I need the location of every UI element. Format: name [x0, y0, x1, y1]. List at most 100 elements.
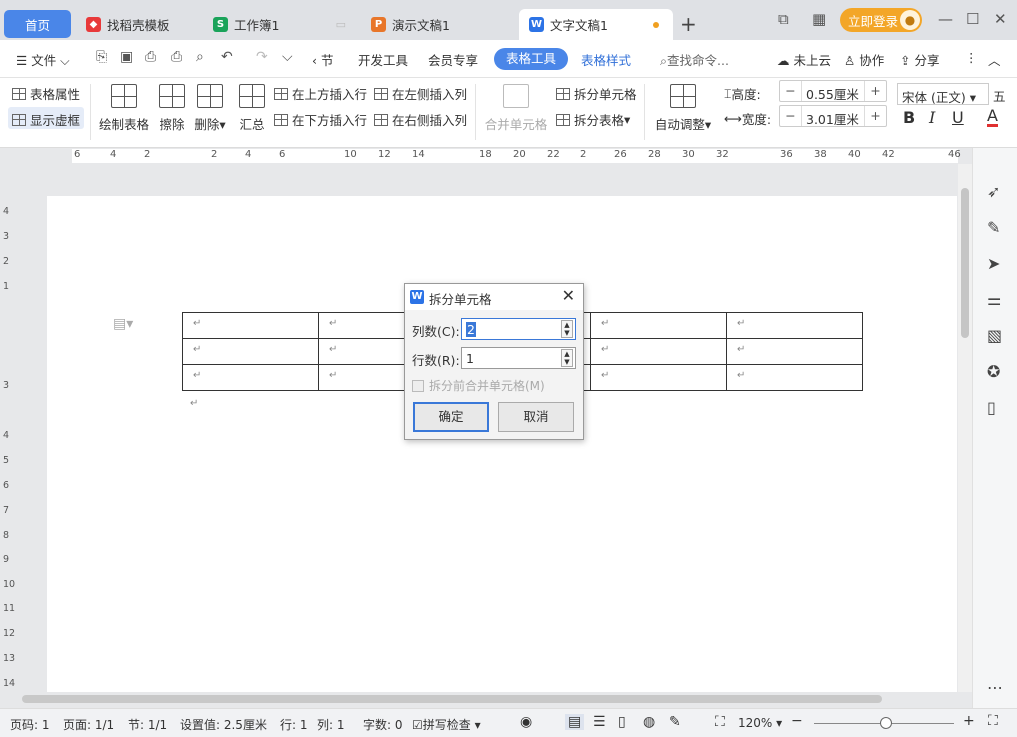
table-cell[interactable]: ↵	[182, 312, 319, 339]
close-icon[interactable]: ✕	[562, 286, 575, 305]
rows-input[interactable]: 1 ▲ ▼	[461, 347, 576, 369]
read-view-icon[interactable]: ▯	[618, 714, 626, 730]
font-size-select[interactable]: 五	[993, 86, 1006, 105]
zoom-slider-thumb[interactable]	[880, 717, 892, 729]
paragraph-handle-icon[interactable]: ▤▾	[113, 316, 133, 332]
print-icon[interactable]: ⎙	[171, 49, 182, 65]
status-col[interactable]: 列: 1	[317, 716, 345, 733]
height-spinner[interactable]: −0.55厘米 +	[779, 80, 887, 102]
minimize-icon[interactable]: —	[938, 10, 953, 28]
table-cell[interactable]: ↵	[726, 364, 863, 391]
table-cell[interactable]: ↵	[590, 312, 727, 339]
section-menu[interactable]: ‹ 节	[312, 50, 334, 69]
cursor-icon[interactable]: ➤	[987, 254, 1000, 273]
erase-button[interactable]: 擦除	[156, 82, 188, 133]
font-color-button[interactable]: A	[987, 108, 998, 127]
zoom-in-icon[interactable]: +	[963, 713, 975, 729]
status-section[interactable]: 节: 1/1	[128, 716, 167, 733]
checkbox-box[interactable]	[412, 379, 424, 392]
width-increase-icon[interactable]: +	[864, 106, 886, 126]
insert-left-button[interactable]: 在左侧插入列	[374, 84, 467, 103]
height-increase-icon[interactable]: +	[864, 81, 886, 101]
undo-icon[interactable]: ↶	[221, 49, 233, 65]
eye-icon[interactable]: ◉	[520, 714, 532, 730]
command-search[interactable]: ⌕查找命令...	[660, 50, 729, 69]
italic-button[interactable]: I	[929, 108, 935, 127]
status-page-code[interactable]: 页码: 1	[10, 716, 50, 733]
table-style-tab[interactable]: 表格样式	[581, 50, 631, 69]
dev-tools-menu[interactable]: 开发工具	[358, 50, 408, 69]
member-menu[interactable]: 会员专享	[428, 50, 478, 69]
apps-grid-icon[interactable]: ▦	[812, 10, 826, 28]
rocket-icon[interactable]: ➶	[987, 182, 1000, 201]
columns-input[interactable]: 2 ▲ ▼	[461, 318, 576, 340]
redo-icon[interactable]: ↷	[256, 49, 268, 65]
table-cell[interactable]: ↵	[590, 364, 727, 391]
template-icon[interactable]: ⎘	[96, 49, 107, 65]
underline-button[interactable]: U	[952, 108, 964, 127]
height-decrease-icon[interactable]: −	[780, 81, 802, 101]
more-menu-icon[interactable]: ⋮	[965, 50, 978, 65]
width-decrease-icon[interactable]: −	[780, 106, 802, 126]
merge-before-checkbox[interactable]: 拆分前合并单元格(M)	[412, 377, 545, 394]
width-spinner[interactable]: −3.01厘米 +	[779, 105, 887, 127]
table-props-button[interactable]: 表格属性	[12, 84, 80, 103]
pen-icon[interactable]: ✎	[987, 218, 1000, 237]
table-cell[interactable]: ↵	[182, 364, 319, 391]
plugin-icon[interactable]: ✪	[987, 362, 1000, 381]
tab-presentation[interactable]: P 演示文稿1	[361, 9, 516, 40]
collab-button[interactable]: ♙ 协作	[844, 50, 884, 69]
tab-home[interactable]: 首页	[4, 10, 71, 38]
split-table-button[interactable]: 拆分表格 ▾	[556, 110, 630, 129]
table-cell[interactable]: ↵	[726, 312, 863, 339]
rows-stepper[interactable]: ▲ ▼	[561, 349, 573, 367]
zoom-out-icon[interactable]: −	[791, 713, 803, 729]
bold-button[interactable]: B	[903, 108, 915, 127]
tab-daoke-templates[interactable]: ◆ 找稻壳模板	[76, 9, 200, 40]
sliders-icon[interactable]: ⚌	[987, 290, 1001, 309]
more-icon[interactable]: ⋯	[987, 678, 1003, 697]
table-cell[interactable]: ↵	[590, 338, 727, 365]
fit-page-icon[interactable]: ⛶	[715, 714, 725, 730]
insert-below-button[interactable]: 在下方插入行	[274, 110, 367, 129]
export-pdf-icon[interactable]: ⎙	[145, 49, 156, 65]
web-view-icon[interactable]: ◍	[643, 714, 655, 730]
zoom-select[interactable]: 120% ▾	[738, 716, 782, 730]
save-icon[interactable]: ▣	[120, 49, 133, 65]
summary-button[interactable]: 汇总	[236, 82, 268, 133]
file-menu[interactable]: ☰ 文件 ⌵	[16, 50, 70, 69]
vertical-scrollbar[interactable]	[958, 164, 972, 692]
ok-button[interactable]: 确定	[413, 402, 489, 432]
horizontal-scrollbar[interactable]	[16, 692, 958, 706]
status-page[interactable]: 页面: 1/1	[63, 716, 114, 733]
login-button[interactable]: 立即登录 ●	[840, 8, 922, 32]
close-icon[interactable]: ▭	[336, 18, 346, 31]
scroll-thumb[interactable]	[961, 188, 969, 338]
maximize-icon[interactable]: ☐	[966, 10, 979, 28]
insert-above-button[interactable]: 在上方插入行	[274, 84, 367, 103]
new-tab-icon[interactable]: +	[680, 12, 697, 36]
cloud-button[interactable]: ☁ 未上云	[777, 50, 831, 69]
more-quick-icon[interactable]: ⌵	[282, 49, 293, 65]
font-select[interactable]: 宋体 (正文) ▾	[897, 83, 989, 105]
status-setting[interactable]: 设置值: 2.5厘米	[180, 716, 267, 733]
window-layout-icon[interactable]: ⧉	[778, 10, 789, 28]
delete-button[interactable]: 删除▾	[192, 82, 228, 133]
table-cell[interactable]: ↵	[182, 338, 319, 365]
pen-mode-icon[interactable]: ✎	[669, 714, 681, 730]
close-window-icon[interactable]: ✕	[994, 10, 1007, 28]
table-cell[interactable]: ↵	[726, 338, 863, 365]
fullscreen-icon[interactable]: ⛶	[988, 713, 998, 729]
tab-workbook[interactable]: S 工作簿1 ▭	[203, 9, 358, 40]
merge-cells-button[interactable]: 合并单元格	[484, 82, 548, 133]
share-button[interactable]: ⇪ 分享	[900, 50, 939, 69]
status-row[interactable]: 行: 1	[280, 716, 308, 733]
table-tools-tab[interactable]: 表格工具	[494, 48, 569, 70]
columns-stepper[interactable]: ▲ ▼	[561, 320, 573, 338]
status-words[interactable]: 字数: 0	[363, 716, 403, 733]
spell-check-button[interactable]: ☑拼写检查 ▾	[412, 716, 481, 733]
split-cell-button[interactable]: 拆分单元格	[556, 84, 637, 103]
show-grid-button[interactable]: 显示虚框	[12, 110, 80, 129]
auto-adjust-button[interactable]: 自动调整▾	[652, 82, 714, 133]
print-preview-icon[interactable]: ⌕	[196, 49, 204, 65]
